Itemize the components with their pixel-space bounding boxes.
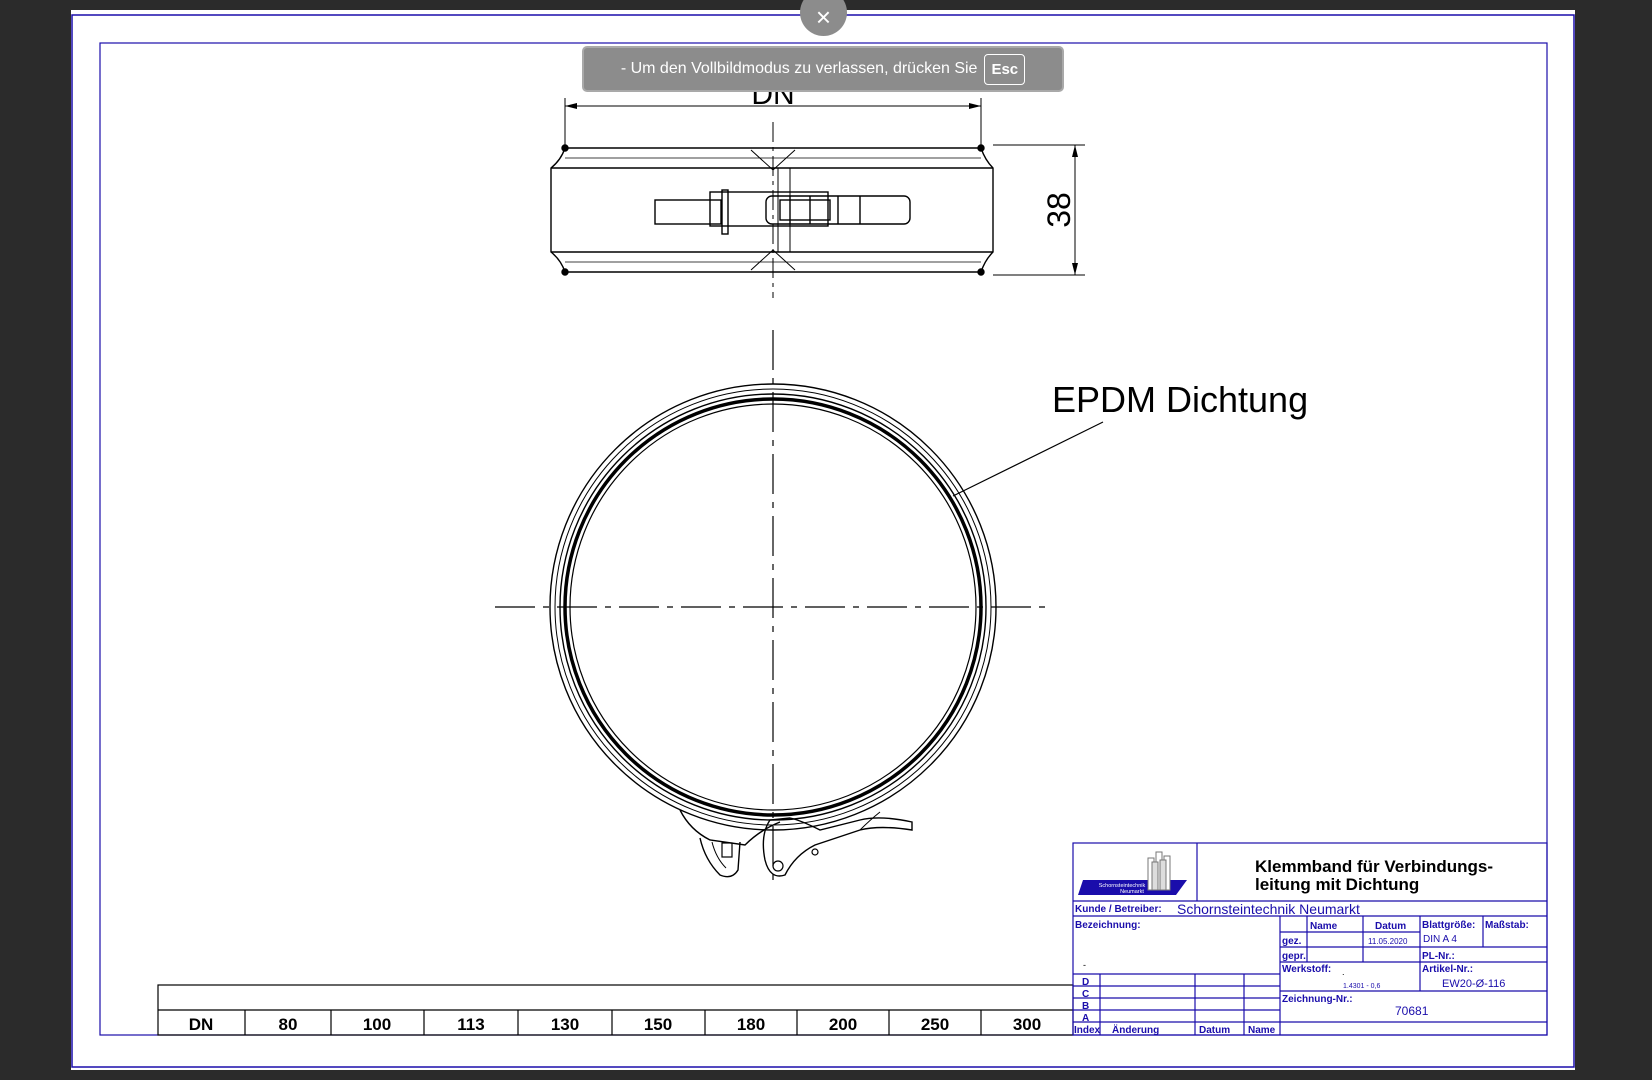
technical-drawing: DN 38 EPDM Dichtung DN 80 100 113 130 15… bbox=[71, 14, 1575, 1068]
close-icon: × bbox=[815, 2, 832, 32]
col-name: Name bbox=[1310, 921, 1338, 932]
dn-cell: DN bbox=[189, 1015, 214, 1034]
title-line-2: leitung mit Dichtung bbox=[1255, 875, 1419, 894]
drawing-sheet: DN 38 EPDM Dichtung DN 80 100 113 130 15… bbox=[71, 10, 1575, 1070]
massstab-label: Maßstab: bbox=[1485, 920, 1529, 931]
zeichnung-label: Zeichnung-Nr.: bbox=[1282, 994, 1353, 1005]
dn-cell: 113 bbox=[457, 1015, 484, 1034]
dn-cell: 80 bbox=[279, 1015, 298, 1034]
company-logo: Schornsteintechnik Neumarkt bbox=[1078, 851, 1187, 895]
revision-index-d: D bbox=[1082, 977, 1089, 988]
dim-height-label: 38 bbox=[1041, 192, 1077, 228]
dn-cell: 100 bbox=[363, 1015, 391, 1034]
gasket-label: EPDM Dichtung bbox=[1052, 379, 1308, 420]
kunde-value: Schornsteintechnik Neumarkt bbox=[1177, 901, 1360, 917]
zeichnung-value: 70681 bbox=[1395, 1004, 1429, 1018]
rev-index-header: Index bbox=[1074, 1025, 1101, 1036]
rev-datum-header: Datum bbox=[1199, 1025, 1230, 1036]
gez-datum: 11.05.2020 bbox=[1368, 937, 1408, 946]
dn-cell: 300 bbox=[1013, 1015, 1041, 1034]
werkstoff-dot: . bbox=[1342, 967, 1345, 977]
werkstoff-value: 1.4301 - 0,6 bbox=[1343, 983, 1380, 990]
dn-cell: 250 bbox=[921, 1015, 949, 1034]
artikel-value: EW20-Ø-116 bbox=[1442, 978, 1505, 990]
dn-cell: 130 bbox=[551, 1015, 579, 1034]
front-view bbox=[495, 330, 1104, 885]
rev-name-header: Name bbox=[1248, 1025, 1276, 1036]
kunde-label: Kunde / Betreiber: bbox=[1075, 904, 1162, 915]
esc-key-hint: Esc bbox=[984, 53, 1026, 85]
revision-index-c: C bbox=[1082, 989, 1089, 1000]
pl-label: PL-Nr.: bbox=[1422, 951, 1455, 962]
col-datum: Datum bbox=[1375, 921, 1406, 932]
revision-index-a: A bbox=[1082, 1013, 1089, 1024]
logo-text-2: Neumarkt bbox=[1120, 889, 1144, 895]
werkstoff-label: Werkstoff: bbox=[1282, 964, 1331, 975]
bezeichnung-dash: - bbox=[1083, 960, 1086, 970]
artikel-label: Artikel-Nr.: bbox=[1422, 964, 1473, 975]
bezeichnung-label: Bezeichnung: bbox=[1075, 920, 1141, 931]
gez-label: gez. bbox=[1282, 936, 1302, 947]
dn-cell: 150 bbox=[644, 1015, 672, 1034]
rev-aenderung-header: Änderung bbox=[1112, 1023, 1159, 1036]
top-view bbox=[550, 98, 1085, 298]
revision-index-b: B bbox=[1082, 1001, 1089, 1012]
gepr-label: gepr. bbox=[1282, 951, 1306, 962]
title-line-1: Klemmband für Verbindungs- bbox=[1255, 857, 1493, 876]
blattgroesse-value: DIN A 4 bbox=[1423, 934, 1457, 945]
fullscreen-message: - Um den Vollbildmodus zu verlassen, drü… bbox=[620, 60, 978, 77]
dn-cell: 180 bbox=[737, 1015, 765, 1034]
dn-table-cells: DN 80 100 113 130 150 180 200 250 300 bbox=[189, 1015, 1041, 1034]
fullscreen-notice-banner: - Um den Vollbildmodus zu verlassen, drü… bbox=[582, 46, 1064, 92]
blattgroesse-label: Blattgröße: bbox=[1422, 920, 1475, 931]
dn-cell: 200 bbox=[829, 1015, 857, 1034]
